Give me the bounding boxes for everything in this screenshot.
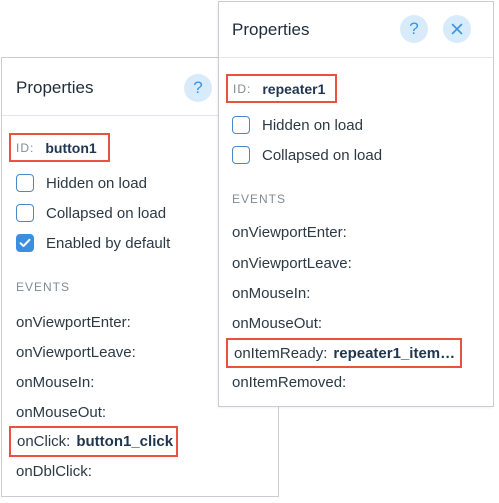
event-onviewportenter[interactable]: onViewportEnter:: [16, 314, 131, 331]
event-name: onItemReady:: [234, 344, 328, 362]
repeater-properties-panel: Properties ? ID: repeater1 Hidden on loa…: [218, 1, 494, 407]
option-label: Hidden on load: [262, 116, 363, 134]
checkbox-checked[interactable]: [16, 234, 34, 252]
id-field[interactable]: ID: button1: [9, 133, 110, 162]
checkbox[interactable]: [232, 146, 250, 164]
event-onmouseout[interactable]: onMouseOut:: [232, 315, 322, 332]
id-label: ID:: [233, 81, 252, 96]
option-collapsed-on-load[interactable]: Collapsed on load: [16, 204, 166, 222]
event-ondblclick[interactable]: onDblClick:: [16, 463, 92, 480]
option-collapsed-on-load[interactable]: Collapsed on load: [232, 146, 382, 164]
event-onmousein[interactable]: onMouseIn:: [16, 374, 94, 391]
event-onviewportleave[interactable]: onViewportLeave:: [16, 344, 136, 361]
option-label: Enabled by default: [46, 234, 171, 252]
event-onitemready[interactable]: onItemReady: repeater1_item…: [226, 338, 462, 368]
event-onitemremoved[interactable]: onItemRemoved:: [232, 374, 346, 391]
event-name: onClick:: [17, 433, 71, 450]
checkbox[interactable]: [16, 204, 34, 222]
panel-title: Properties: [16, 78, 94, 97]
id-value: repeater1: [262, 80, 326, 97]
panel-title: Properties: [232, 20, 310, 39]
option-label: Collapsed on load: [262, 146, 383, 164]
event-onclick[interactable]: onClick: button1_click: [9, 426, 178, 457]
id-label: ID:: [16, 140, 35, 155]
event-onmousein[interactable]: onMouseIn:: [232, 285, 310, 302]
event-onviewportenter[interactable]: onViewportEnter:: [232, 224, 347, 241]
events-heading: EVENTS: [16, 280, 71, 294]
header-divider: [219, 57, 493, 58]
close-icon[interactable]: [443, 15, 471, 43]
checkbox[interactable]: [232, 116, 250, 134]
events-heading: EVENTS: [232, 192, 287, 206]
checkbox[interactable]: [16, 174, 34, 192]
check-icon: [19, 238, 31, 247]
id-field[interactable]: ID: repeater1: [226, 74, 337, 103]
event-onviewportleave[interactable]: onViewportLeave:: [232, 255, 352, 272]
event-handler[interactable]: repeater1_item…: [333, 345, 455, 362]
id-value: button1: [45, 139, 97, 156]
event-onmouseout[interactable]: onMouseOut:: [16, 404, 106, 421]
option-label: Collapsed on load: [46, 204, 167, 222]
option-hidden-on-load[interactable]: Hidden on load: [232, 116, 363, 134]
question-icon[interactable]: ?: [184, 74, 212, 102]
option-label: Hidden on load: [46, 174, 147, 192]
option-enabled-by-default[interactable]: Enabled by default: [16, 234, 170, 252]
event-handler[interactable]: button1_click: [76, 433, 173, 450]
question-icon[interactable]: ?: [400, 15, 428, 43]
option-hidden-on-load[interactable]: Hidden on load: [16, 174, 147, 192]
